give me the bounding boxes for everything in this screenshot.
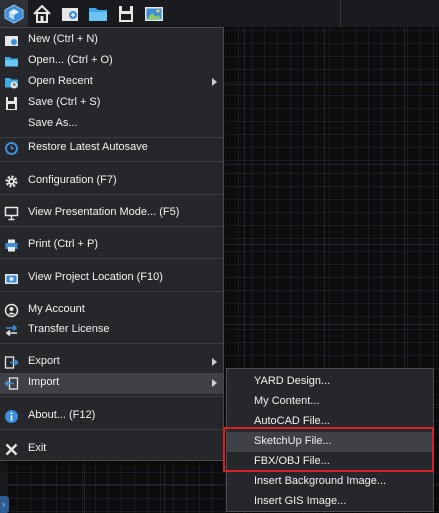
menu-item-label: Save (Ctrl + S)	[28, 96, 101, 108]
new-project-icon	[62, 7, 78, 21]
folder-icon	[89, 7, 107, 21]
menu-item-label: New (Ctrl + N)	[28, 33, 98, 45]
submenu-item-background-image[interactable]: Insert Background Image...	[227, 472, 433, 492]
menu-item-save[interactable]: Save (Ctrl + S)	[0, 93, 223, 114]
top-toolbar	[0, 0, 439, 27]
close-icon	[5, 443, 18, 456]
menu-item-transfer-license[interactable]: Transfer License	[0, 320, 223, 341]
open-folder-icon	[5, 57, 18, 67]
home-button[interactable]	[28, 0, 56, 27]
restore-icon	[5, 142, 18, 155]
menu-item-my-account[interactable]: My Account	[0, 300, 223, 321]
submenu-item-label: AutoCAD File...	[254, 415, 330, 427]
menu-item-presentation-mode[interactable]: View Presentation Mode... (F5)	[0, 203, 223, 224]
submenu-item-label: SketchUp File...	[254, 435, 332, 447]
menu-separator	[0, 396, 223, 397]
menu-item-label: View Project Location (F10)	[28, 271, 163, 283]
menu-item-open[interactable]: Open... (Ctrl + O)	[0, 51, 223, 72]
gear-icon	[5, 175, 18, 188]
file-menu: New (Ctrl + N) Open... (Ctrl + O) Open R…	[0, 27, 224, 461]
chevron-right-icon: ›	[2, 499, 5, 509]
menu-item-export[interactable]: Export	[0, 352, 223, 373]
save-icon	[6, 97, 17, 110]
menu-separator	[0, 291, 223, 292]
info-icon	[5, 410, 18, 423]
menu-item-label: Open Recent	[28, 75, 93, 87]
app-menu-button[interactable]	[0, 0, 28, 27]
app-logo-icon	[4, 3, 24, 24]
menu-item-label: My Account	[28, 303, 85, 315]
menu-item-label: Save As...	[28, 117, 78, 129]
menu-item-label: Transfer License	[28, 323, 110, 335]
submenu-item-label: FBX/OBJ File...	[254, 455, 330, 467]
menu-item-restore-autosave[interactable]: Restore Latest Autosave	[0, 138, 223, 159]
menu-item-print[interactable]: Print (Ctrl + P)	[0, 235, 223, 256]
panel-expand-tab[interactable]: ›	[0, 496, 9, 513]
recent-icon	[5, 78, 18, 89]
menu-item-label: Exit	[28, 442, 47, 454]
submenu-item-autocad-file[interactable]: AutoCAD File...	[227, 412, 433, 432]
submenu-item-gis-image[interactable]: Insert GIS Image...	[227, 492, 433, 512]
menu-item-label: Open... (Ctrl + O)	[28, 54, 113, 66]
submenu-item-fbx-obj-file[interactable]: FBX/OBJ File...	[227, 452, 433, 472]
submenu-item-my-content[interactable]: My Content...	[227, 392, 433, 412]
image-icon	[145, 6, 163, 21]
menu-item-label: Import	[28, 376, 60, 388]
menu-item-label: Restore Latest Autosave	[28, 141, 148, 153]
save-button[interactable]	[112, 0, 140, 27]
chevron-right-icon	[212, 379, 217, 387]
import-icon	[4, 377, 19, 390]
new-file-icon	[5, 36, 18, 46]
menu-separator	[0, 429, 223, 430]
submenu-item-label: YARD Design...	[254, 375, 331, 387]
menu-item-project-location[interactable]: View Project Location (F10)	[0, 268, 223, 289]
menu-separator	[0, 226, 223, 227]
chevron-right-icon	[212, 358, 217, 366]
menu-item-import[interactable]: Import	[0, 373, 223, 394]
image-button[interactable]	[140, 0, 168, 27]
presentation-icon	[4, 206, 19, 221]
menu-item-save-as[interactable]: Save As...	[0, 114, 223, 135]
home-icon	[33, 4, 51, 23]
submenu-item-yard-design[interactable]: YARD Design...	[227, 372, 433, 392]
menu-item-configuration[interactable]: Configuration (F7)	[0, 171, 223, 192]
open-folder-button[interactable]	[84, 0, 112, 27]
chevron-right-icon	[212, 78, 217, 86]
account-icon	[4, 303, 19, 318]
menu-item-label: Print (Ctrl + P)	[28, 238, 98, 250]
menu-item-new[interactable]: New (Ctrl + N)	[0, 30, 223, 51]
save-icon	[119, 5, 133, 22]
toolbar-divider	[340, 0, 341, 27]
new-project-button[interactable]	[56, 0, 84, 27]
transfer-icon	[5, 324, 18, 337]
menu-item-label: View Presentation Mode... (F5)	[28, 206, 180, 218]
menu-separator	[0, 161, 223, 162]
menu-item-about[interactable]: About... (F12)	[0, 406, 223, 427]
menu-separator	[0, 194, 223, 195]
menu-item-label: Configuration (F7)	[28, 174, 117, 186]
export-icon	[4, 356, 19, 369]
menu-item-open-recent[interactable]: Open Recent	[0, 72, 223, 93]
submenu-item-label: Insert GIS Image...	[254, 495, 347, 507]
submenu-item-label: Insert Background Image...	[254, 475, 387, 487]
submenu-item-label: My Content...	[254, 395, 320, 407]
printer-icon	[5, 239, 18, 252]
menu-item-label: Export	[28, 355, 60, 367]
submenu-item-sketchup-file[interactable]: SketchUp File...	[227, 432, 433, 452]
import-submenu: YARD Design... My Content... AutoCAD Fil…	[226, 368, 434, 512]
menu-item-label: About... (F12)	[28, 409, 96, 421]
menu-item-exit[interactable]: Exit	[0, 439, 223, 460]
location-icon	[5, 274, 18, 284]
menu-separator	[0, 258, 223, 259]
menu-separator	[0, 343, 223, 344]
